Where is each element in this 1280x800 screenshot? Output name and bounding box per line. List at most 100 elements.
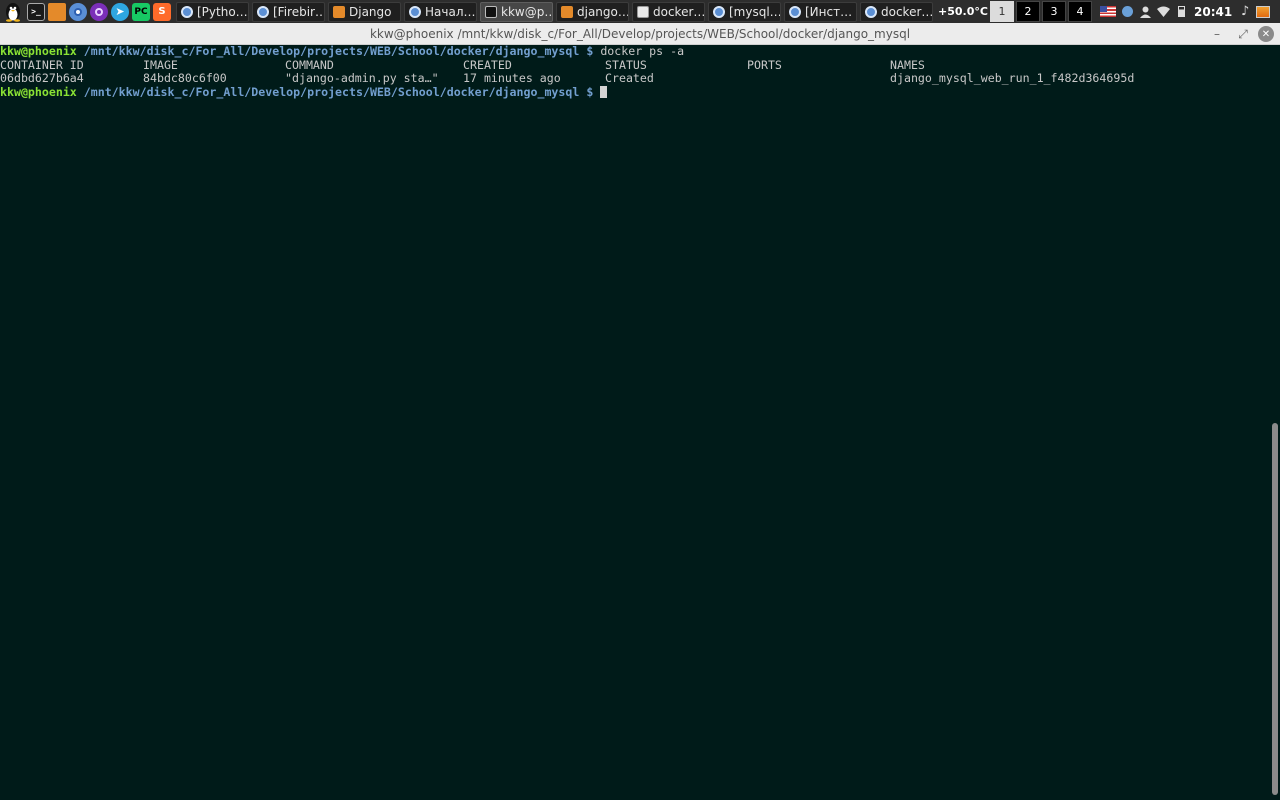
telegram-icon: ➤ (115, 5, 125, 18)
launcher-bar: >_ ➤ PC S (0, 0, 174, 23)
command-text: docker ps -a (600, 44, 685, 58)
wifi-icon[interactable] (1156, 5, 1170, 19)
minimize-icon: – (1214, 27, 1220, 41)
table-header-cell: NAMES (890, 57, 925, 72)
terminal-icon: >_ (31, 7, 41, 16)
battery-icon[interactable] (1174, 5, 1188, 19)
taskbar-item-label: [mysql… (729, 4, 781, 19)
terminal-icon (485, 5, 497, 18)
browser-icon (181, 5, 193, 18)
table-header-cell: PORTS (747, 57, 782, 72)
workspace-button[interactable]: 1 (990, 1, 1014, 22)
terminal-launcher[interactable]: >_ (27, 2, 45, 21)
browser-icon (865, 5, 877, 18)
prompt-path: /mnt/kkw/disk_c/For_All/Develop/projects… (83, 84, 580, 99)
pycharm-icon: PC (134, 6, 148, 17)
prompt-symbol: $ (586, 84, 594, 99)
prompt-user: kkw@phoenix (0, 44, 77, 58)
taskbar-item[interactable]: [mysql… (708, 1, 781, 22)
table-cell: django_mysql_web_run_1_f482d364695d (890, 71, 1135, 86)
prompt-symbol: $ (586, 44, 594, 58)
keyboard-layout-flag-icon[interactable] (1100, 6, 1116, 17)
table-row: 06dbd627b6a4 84bdc80c6f00 "django-admin.py… (0, 72, 1270, 86)
music-note-icon[interactable]: ♪ (1238, 4, 1252, 19)
close-icon: ✕ (1261, 28, 1271, 40)
table-header-cell: IMAGE (143, 57, 178, 72)
taskbar-item-label: docker… (881, 4, 933, 19)
window-controls: – ⤢ ✕ (1202, 23, 1274, 45)
network-globe-icon[interactable] (1120, 5, 1134, 19)
cpu-temperature: +50.0°C (938, 5, 988, 18)
table-cell: Created (605, 71, 654, 86)
terminal-scrollbar[interactable] (1270, 45, 1280, 800)
window-titlebar[interactable]: kkw@phoenix /mnt/kkw/disk_c/For_All/Deve… (0, 23, 1280, 45)
document-icon (637, 5, 649, 18)
taskbar-item[interactable]: [Инст… (784, 1, 857, 22)
file-manager-launcher[interactable] (48, 2, 66, 21)
taskbar-item-label: kkw@p… (501, 4, 553, 19)
taskbar-item[interactable]: Django (328, 1, 401, 22)
taskbar-item[interactable]: docker… (632, 1, 705, 22)
taskbar: [Pytho… [Firebir… Django Начал… kkw@p… django… (176, 0, 936, 23)
taskbar-item-label: Django (349, 4, 392, 19)
maximize-button[interactable]: ⤢ (1232, 24, 1254, 44)
sublime-icon: S (158, 6, 166, 17)
text-cursor (600, 85, 608, 98)
chromium-icon (74, 7, 82, 16)
table-cell: "django-admin.py sta…" (285, 71, 439, 86)
clock[interactable]: 20:41 (1194, 5, 1232, 19)
prompt-line: kkw@phoenix /mnt/kkw/disk_c/For_All/Deve… (0, 84, 1270, 100)
taskbar-item-label: [Pytho… (197, 4, 248, 19)
folder-icon (333, 5, 345, 18)
tor-icon (95, 7, 103, 16)
taskbar-item[interactable]: [Firebir… (252, 1, 325, 22)
taskbar-item[interactable]: [Pytho… (176, 1, 249, 22)
tor-launcher[interactable] (90, 2, 108, 21)
sublime-launcher[interactable]: S (153, 2, 171, 21)
browser-icon (789, 5, 801, 18)
workspace-switcher: 1234 (990, 0, 1094, 23)
top-panel: >_ ➤ PC S [Pytho… [Firebir… Django Начал… kk… (0, 0, 1280, 23)
folder-icon (561, 5, 573, 18)
table-header-row: CONTAINER ID IMAGE COMMAND CREATED STATUS POR… (0, 57, 1270, 73)
pycharm-launcher[interactable]: PC (132, 2, 150, 21)
taskbar-item[interactable]: django… (556, 1, 629, 22)
linux-penguin-icon (6, 2, 20, 22)
table-header-cell: COMMAND (285, 57, 334, 72)
taskbar-item-label: Начал… (425, 4, 476, 19)
browser-icon (257, 5, 269, 18)
taskbar-item[interactable]: Начал… (404, 1, 477, 22)
minimize-button[interactable]: – (1206, 24, 1228, 44)
table-cell: 84bdc80c6f00 (143, 71, 227, 86)
taskbar-item-label: [Инст… (805, 4, 853, 19)
taskbar-item[interactable]: docker… (860, 1, 933, 22)
workspace-button[interactable]: 4 (1068, 1, 1092, 22)
chromium-launcher[interactable] (69, 2, 87, 21)
workspace-button[interactable]: 2 (1016, 1, 1040, 22)
prompt-line: kkw@phoenix /mnt/kkw/disk_c/For_All/Deve… (0, 44, 1270, 59)
window-title: kkw@phoenix /mnt/kkw/disk_c/For_All/Deve… (369, 26, 911, 41)
prompt-path: /mnt/kkw/disk_c/For_All/Develop/projects… (83, 44, 580, 58)
telegram-launcher[interactable]: ➤ (111, 2, 129, 21)
taskbar-item-label: [Firebir… (273, 4, 325, 19)
maximize-icon: ⤢ (1238, 26, 1248, 41)
taskbar-item[interactable]: kkw@p… (480, 1, 553, 22)
browser-icon (713, 5, 725, 18)
table-cell: 17 minutes ago (463, 71, 561, 86)
start-menu-button[interactable] (2, 2, 24, 22)
workspace-button[interactable]: 3 (1042, 1, 1066, 22)
taskbar-item-label: docker… (653, 4, 705, 19)
system-tray: 20:41 ♪ (1100, 0, 1274, 23)
table-header-cell: CONTAINER ID (0, 57, 84, 72)
browser-icon (409, 5, 421, 18)
taskbar-item-label: django… (577, 4, 629, 19)
table-header-cell: CREATED (463, 57, 512, 72)
close-button[interactable]: ✕ (1258, 26, 1274, 42)
scrollbar-thumb[interactable] (1272, 423, 1278, 795)
table-header-cell: STATUS (605, 57, 647, 72)
show-desktop-icon[interactable] (1256, 5, 1271, 19)
table-cell: 06dbd627b6a4 (0, 71, 84, 86)
terminal-output[interactable]: kkw@phoenix /mnt/kkw/disk_c/For_All/Deve… (0, 44, 1270, 800)
user-icon[interactable] (1138, 5, 1152, 19)
prompt-user: kkw@phoenix (0, 84, 77, 99)
